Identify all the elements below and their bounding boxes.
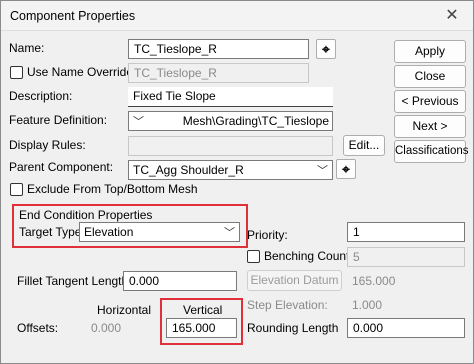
rounding-length-field[interactable]: 0.000 bbox=[347, 318, 465, 338]
highlight-target-type bbox=[12, 204, 248, 248]
crosshair-pick-icon[interactable]: ⌖ bbox=[316, 39, 336, 59]
parent-component-dropdown[interactable]: TC_Agg Shoulder_R ﹀ bbox=[128, 160, 333, 180]
classifications-button[interactable]: Classifications bbox=[394, 140, 469, 163]
parent-component-label: Parent Component: bbox=[9, 160, 114, 174]
horizontal-offset-field: 0.000 bbox=[85, 318, 155, 338]
title-bar: Component Properties ✕ bbox=[1, 1, 473, 31]
chevron-down-icon: ﹀ bbox=[133, 116, 144, 128]
display-rules-field bbox=[128, 136, 333, 156]
benching-count-checkbox[interactable] bbox=[247, 250, 260, 263]
name-override-field: TC_Tieslope_R bbox=[128, 63, 309, 83]
parent-component-value: TC_Agg Shoulder_R bbox=[133, 163, 244, 177]
apply-button[interactable]: Apply bbox=[394, 40, 466, 63]
window-title: Component Properties bbox=[10, 9, 136, 23]
fillet-tangent-length-label: Fillet Tangent Length: bbox=[17, 274, 132, 288]
feature-definition-label: Feature Definition: bbox=[9, 113, 108, 127]
exclude-mesh-label: Exclude From Top/Bottom Mesh bbox=[27, 182, 198, 196]
previous-button[interactable]: < Previous bbox=[394, 90, 466, 113]
offsets-label: Offsets: bbox=[17, 321, 59, 335]
component-properties-dialog: Component Properties ✕ Name: TC_Tieslope… bbox=[0, 0, 474, 364]
priority-label: Priority: bbox=[247, 228, 288, 242]
use-name-override-checkbox[interactable] bbox=[10, 66, 23, 79]
next-button[interactable]: Next > bbox=[394, 115, 466, 138]
horizontal-offset-label: Horizontal bbox=[97, 303, 152, 317]
step-elevation-label: Step Elevation: bbox=[247, 298, 328, 312]
chevron-down-icon: ﹀ bbox=[317, 165, 328, 177]
close-window-icon[interactable]: ✕ bbox=[437, 5, 467, 27]
highlight-vertical-offset bbox=[160, 298, 243, 345]
feature-definition-value: Mesh\Grading\TC_Tieslope bbox=[182, 114, 329, 128]
elevation-datum-value: 165.000 bbox=[352, 274, 396, 288]
exclude-mesh-checkbox[interactable] bbox=[10, 183, 23, 196]
crosshair-pick-icon[interactable]: ⌖ bbox=[336, 159, 356, 179]
benching-count-field: 5 bbox=[347, 247, 465, 267]
edit-display-rules-button[interactable]: Edit... bbox=[343, 135, 385, 156]
close-button[interactable]: Close bbox=[394, 65, 466, 88]
step-elevation-value: 1.000 bbox=[352, 298, 383, 312]
description-field[interactable]: Fixed Tie Slope bbox=[128, 87, 333, 107]
name-field[interactable]: TC_Tieslope_R bbox=[128, 39, 309, 59]
description-label: Description: bbox=[9, 89, 73, 103]
name-label: Name: bbox=[9, 41, 45, 55]
use-name-override-label: Use Name Override: bbox=[27, 65, 137, 79]
display-rules-label: Display Rules: bbox=[9, 138, 86, 152]
benching-count-label: Benching Count: bbox=[264, 249, 353, 263]
feature-definition-dropdown[interactable]: ﹀ Mesh\Grading\TC_Tieslope bbox=[128, 111, 333, 131]
priority-field[interactable]: 1 bbox=[347, 222, 465, 242]
elevation-datum-button: Elevation Datum bbox=[247, 270, 342, 291]
rounding-length-label: Rounding Length bbox=[247, 321, 339, 335]
fillet-tangent-length-field[interactable]: 0.000 bbox=[123, 271, 237, 291]
